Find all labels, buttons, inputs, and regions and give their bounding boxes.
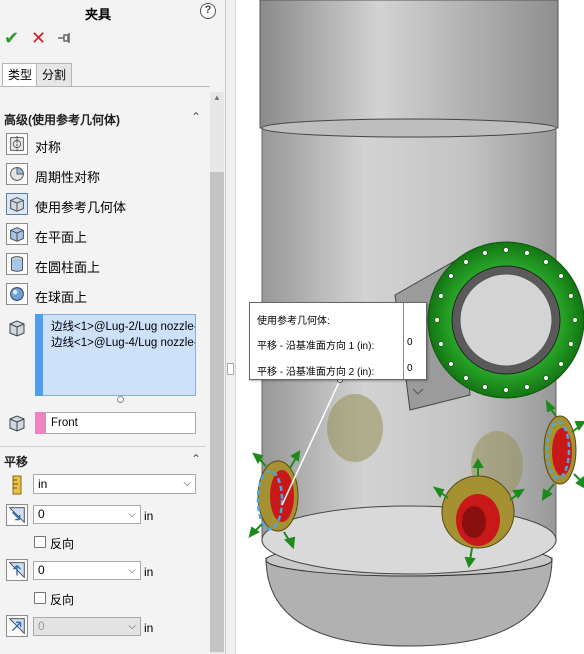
lug-nozzle-bottom [441, 475, 515, 549]
resize-handle[interactable] [117, 396, 124, 403]
direction-1-input[interactable]: 0 ⌵ [33, 505, 141, 524]
option-label: 在平面上 [35, 230, 88, 245]
direction-3-input: 0 ⌵ [33, 617, 141, 636]
direction-1-unit: in [144, 509, 154, 523]
nozzle-ghost [327, 394, 383, 462]
property-manager-panel: 夹具 ? ✔ ✕ 类型 分割 高级(使用参考几何体) ⌃ 对称 周期性对称 使用… [0, 0, 226, 654]
direction-3-icon[interactable] [6, 615, 28, 637]
scrollbar-thumb[interactable] [210, 172, 224, 652]
scroll-up-icon[interactable]: ▲ [210, 92, 224, 104]
unit-select[interactable]: in ⌵ [33, 474, 196, 494]
direction-3-unit: in [144, 621, 154, 635]
option-label: 对称 [35, 140, 62, 155]
advanced-section-header[interactable]: 高级(使用参考几何体) [4, 111, 120, 128]
ruler-icon [12, 475, 22, 495]
collapse-panel-handle[interactable] [227, 363, 234, 375]
option-label: 周期性对称 [35, 170, 101, 185]
lug-nozzle-left [256, 460, 299, 532]
checkbox-box[interactable] [34, 536, 46, 548]
callout-title: 使用参考几何体: [257, 316, 330, 327]
chevron-down-icon: ⌵ [128, 509, 136, 520]
direction-2-value: 0 [38, 563, 45, 577]
tab-divider [0, 86, 210, 87]
panel-splitter[interactable] [226, 0, 236, 654]
chevron-up-icon[interactable]: ⌃ [191, 452, 201, 466]
callout-row-value: 0 [407, 363, 413, 374]
on-cylindrical-face-icon [6, 253, 28, 275]
direction-2-input[interactable]: 0 ⌵ [33, 561, 141, 580]
tab-split[interactable]: 分割 [36, 63, 73, 87]
symmetry-icon [6, 133, 28, 155]
reference-geometry-icon [6, 193, 28, 215]
unit-select-value: in [38, 477, 48, 491]
fixture-callout[interactable]: 使用参考几何体: 平移 - 沿基准面方向 1 (in): 0 平移 - 沿基准面… [249, 302, 427, 380]
reference-plane-icon [9, 415, 25, 432]
translation-section-header[interactable]: 平移 [4, 453, 28, 470]
chevron-down-icon: ⌵ [128, 565, 136, 576]
callout-row-label: 平移 - 沿基准面方向 2 (in): [257, 367, 375, 378]
direction-1-icon[interactable] [6, 504, 28, 526]
ok-button[interactable]: ✔ [4, 28, 19, 48]
reference-plane-field[interactable]: Front [45, 412, 196, 434]
pin-icon[interactable] [56, 30, 72, 46]
direction-1-value: 0 [38, 507, 45, 521]
option-label: 在圆柱面上 [35, 260, 101, 275]
flange-inner-face [459, 273, 553, 367]
tab-type[interactable]: 类型 [2, 63, 39, 87]
selection-focus-bar [35, 314, 43, 396]
on-spherical-face-icon [6, 283, 28, 305]
reverse-label: 反向 [50, 537, 75, 551]
vessel-upper-shell [259, 0, 559, 129]
list-item[interactable]: 边线<1>@Lug-2/Lug nozzle-1 [51, 318, 195, 334]
help-icon[interactable]: ? [200, 3, 216, 19]
callout-divider [403, 303, 404, 379]
circular-symmetry-icon [6, 163, 28, 185]
direction-2-unit: in [144, 565, 154, 579]
lug-nozzle-right [543, 415, 577, 485]
chevron-down-icon: ⌵ [183, 478, 191, 489]
panel-title: 夹具 [84, 7, 111, 22]
callout-row-label: 平移 - 沿基准面方向 1 (in): [257, 341, 375, 352]
chevron-up-icon[interactable]: ⌃ [191, 110, 201, 124]
shell-seam [261, 118, 557, 138]
reference-color-swatch [35, 412, 45, 434]
option-label: 使用参考几何体 [35, 200, 127, 215]
direction-2-icon[interactable] [6, 559, 28, 581]
on-flat-face-icon [6, 223, 28, 245]
chevron-down-icon: ⌵ [128, 621, 136, 632]
list-item[interactable]: 边线<1>@Lug-4/Lug nozzle-1 [51, 334, 195, 350]
checkbox-box[interactable] [34, 592, 46, 604]
direction-3-value: 0 [38, 619, 45, 633]
cancel-button[interactable]: ✕ [31, 28, 46, 48]
option-label: 在球面上 [35, 290, 88, 305]
callout-row-value: 0 [407, 337, 413, 348]
reverse-label: 反向 [50, 593, 75, 607]
section-divider [0, 446, 206, 447]
edge-selection-icon [9, 320, 25, 337]
